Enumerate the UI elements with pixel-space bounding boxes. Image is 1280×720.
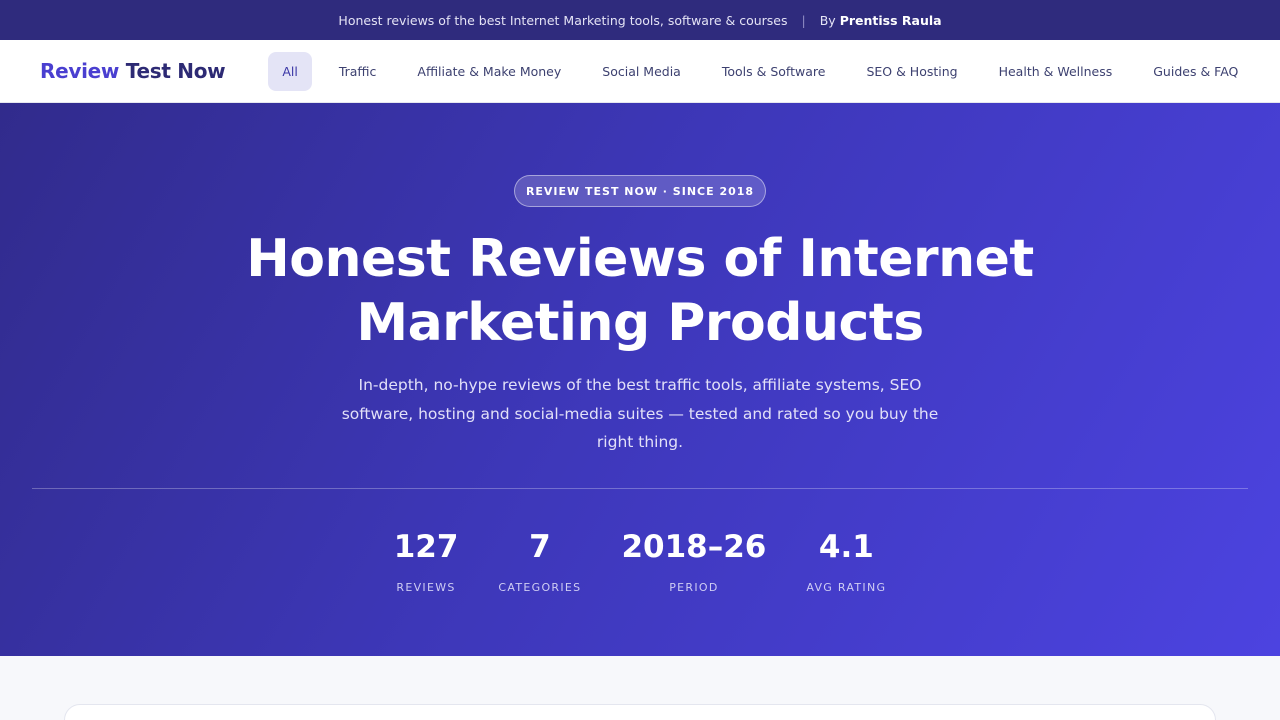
stat-value: 127 [393, 529, 459, 565]
stats-row: 127 REVIEWS 7 CATEGORIES 2018–26 PERIOD … [0, 527, 1280, 594]
site-tagline: Honest reviews of the best Internet Mark… [338, 12, 788, 28]
stat-label: REVIEWS [396, 581, 456, 594]
stat-value: 7 [529, 529, 551, 565]
nav-item-all[interactable]: All [268, 51, 312, 91]
nav-item-traffic[interactable]: Traffic [325, 52, 391, 91]
category-nav: All Traffic Affiliate & Make Money Socia… [268, 51, 1265, 91]
stat-label: CATEGORIES [498, 581, 582, 594]
top-announcement-bar: Honest reviews of the best Internet Mark… [0, 0, 1280, 40]
stat-label: PERIOD [669, 581, 719, 594]
hero-title: Honest Reviews of Internet Marketing Pro… [246, 229, 1034, 353]
content-area [0, 656, 1280, 720]
content-card [64, 704, 1216, 720]
hero-divider [32, 488, 1248, 489]
separator: | [801, 12, 806, 28]
stat-avg-rating: 4.1 AVG RATING [806, 527, 886, 594]
author-name[interactable]: Prentiss Raula [840, 13, 942, 28]
stat-label: AVG RATING [806, 581, 887, 594]
by-label: By [819, 12, 836, 28]
stat-value: 4.1 [818, 529, 874, 565]
hero-subtitle: In-depth, no-hype reviews of the best tr… [341, 376, 939, 451]
nav-item-tools-software[interactable]: Tools & Software [708, 52, 840, 91]
stat-reviews: 127 REVIEWS [394, 527, 459, 594]
author-credit: By Prentiss Raula [820, 13, 942, 28]
stat-categories: 7 CATEGORIES [498, 527, 581, 594]
stat-period: 2018–26 PERIOD [621, 527, 766, 594]
nav-item-guides-faq[interactable]: Guides & FAQ [1139, 52, 1252, 91]
main-navbar: Review Test Now All Traffic Affiliate & … [0, 40, 1280, 103]
site-logo[interactable]: Review Test Now [40, 59, 226, 83]
logo-part-review: Review [40, 59, 120, 83]
hero-section: REVIEW TEST NOW · SINCE 2018 Honest Revi… [0, 103, 1280, 656]
nav-item-affiliate[interactable]: Affiliate & Make Money [403, 52, 575, 91]
nav-item-health-wellness[interactable]: Health & Wellness [985, 52, 1127, 91]
nav-item-seo-hosting[interactable]: SEO & Hosting [852, 52, 971, 91]
logo-part-test-now: Test Now [125, 59, 226, 83]
hero-badge: REVIEW TEST NOW · SINCE 2018 [514, 175, 766, 207]
stat-value: 2018–26 [621, 529, 767, 565]
nav-item-social-media[interactable]: Social Media [588, 52, 695, 91]
